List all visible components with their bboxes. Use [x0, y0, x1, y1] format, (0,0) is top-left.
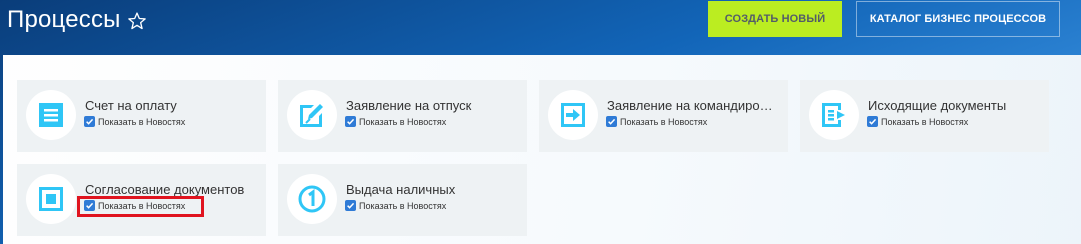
page-header: Процессы СОЗДАТЬ НОВЫЙ КАТАЛОГ БИЗНЕС ПР…: [0, 0, 1081, 52]
arrow-right-icon: [561, 103, 585, 127]
process-card-cash[interactable]: Выдача наличных Показать в Новостях: [278, 164, 527, 236]
card-icon-circle: [26, 90, 76, 140]
checkbox-label: Показать в Новостях: [98, 116, 186, 127]
outgoing-documents-icon: [822, 103, 845, 127]
cash-coin-icon: [298, 185, 326, 213]
highlight-box: [77, 196, 204, 217]
process-card-vacation[interactable]: Заявление на отпуск Показать в Новостях: [278, 80, 527, 152]
star-icon[interactable]: [127, 10, 147, 30]
show-in-news-checkbox[interactable]: Показать в Новостях: [345, 200, 446, 211]
edit-document-icon: [300, 104, 323, 127]
checkbox-checked-icon[interactable]: [867, 116, 878, 127]
card-title[interactable]: Счет на оплату: [85, 98, 263, 113]
checkbox-label: Показать в Новостях: [620, 116, 708, 127]
create-new-button[interactable]: СОЗДАТЬ НОВЫЙ: [708, 1, 842, 37]
approval-icon: [39, 187, 63, 211]
checkbox-checked-icon[interactable]: [606, 116, 617, 127]
catalog-button[interactable]: КАТАЛОГ БИЗНЕС ПРОЦЕССОВ: [856, 1, 1060, 37]
card-icon-circle: [548, 90, 598, 140]
checkbox-label: Показать в Новостях: [359, 116, 447, 127]
show-in-news-checkbox[interactable]: Показать в Новостях: [867, 116, 968, 127]
checkbox-label: Показать в Новостях: [881, 116, 969, 127]
card-title[interactable]: Заявление на отпуск: [346, 98, 524, 113]
show-in-news-checkbox[interactable]: Показать в Новостях: [345, 116, 446, 127]
card-title[interactable]: Заявление на командиро…: [607, 98, 785, 113]
show-in-news-checkbox[interactable]: Показать в Новостях: [606, 116, 707, 127]
card-icon-circle: [287, 174, 337, 224]
page-title: Процессы: [7, 6, 147, 34]
card-title[interactable]: Исходящие документы: [868, 98, 1046, 113]
process-card-business-trip[interactable]: Заявление на командиро… Показать в Новос…: [539, 80, 788, 152]
card-title[interactable]: Согласование документов: [85, 182, 263, 197]
checkbox-label: Показать в Новостях: [359, 200, 447, 211]
card-icon-circle: [287, 90, 337, 140]
checkbox-checked-icon[interactable]: [84, 116, 95, 127]
page-title-text: Процессы: [7, 6, 121, 33]
process-card-invoice[interactable]: Счет на оплату Показать в Новостях: [17, 80, 266, 152]
invoice-icon: [39, 103, 63, 127]
checkbox-checked-icon[interactable]: [345, 116, 356, 127]
checkbox-checked-icon[interactable]: [345, 200, 356, 211]
show-in-news-checkbox[interactable]: Показать в Новостях: [84, 116, 185, 127]
card-title[interactable]: Выдача наличных: [346, 182, 524, 197]
card-icon-circle: [809, 90, 859, 140]
card-icon-circle: [26, 174, 76, 224]
process-card-outgoing-docs[interactable]: Исходящие документы Показать в Новостях: [800, 80, 1049, 152]
